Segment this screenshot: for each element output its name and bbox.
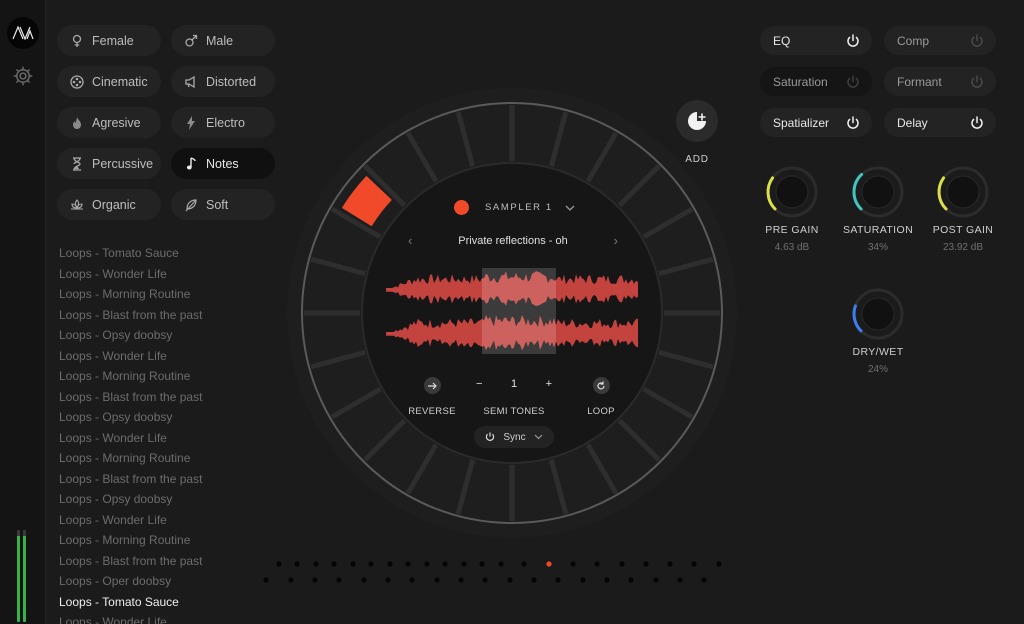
fx-spatializer[interactable]: Spatializer	[760, 108, 872, 137]
post-gain-knob[interactable]	[935, 164, 991, 220]
step-dot[interactable]	[498, 561, 504, 567]
step-dot[interactable]	[361, 577, 367, 583]
pre-gain-knob[interactable]	[764, 164, 820, 220]
step-dot[interactable]	[313, 561, 319, 567]
power-icon[interactable]	[970, 74, 984, 89]
knob-label: POST GAIN	[932, 224, 994, 236]
knob-cap	[861, 297, 895, 331]
step-dot[interactable]	[461, 561, 467, 567]
fx-label: Delay	[897, 115, 928, 130]
step-dot[interactable]	[368, 561, 374, 567]
step-dot[interactable]	[653, 577, 659, 583]
step-dot[interactable]	[350, 561, 356, 567]
fx-comp[interactable]: Comp	[884, 26, 996, 55]
power-icon[interactable]	[970, 115, 984, 130]
fx-label: EQ	[773, 33, 791, 48]
step-dot[interactable]	[442, 561, 448, 567]
power-icon[interactable]	[846, 74, 860, 89]
fx-label: Comp	[897, 33, 930, 48]
step-dot[interactable]	[424, 561, 430, 567]
step-dot[interactable]	[604, 577, 610, 583]
power-icon[interactable]	[846, 33, 860, 48]
step-dot[interactable]	[716, 561, 722, 567]
step-dot[interactable]	[312, 577, 318, 583]
step-dot[interactable]	[619, 561, 625, 567]
knob-level-arc	[937, 176, 948, 211]
step-dot[interactable]	[570, 561, 576, 567]
knob-level-arc	[852, 173, 864, 211]
knob-level-arc	[852, 304, 863, 333]
knob-dry-wet: DRY/WET 24%	[836, 286, 920, 375]
saturation-knob[interactable]	[850, 164, 906, 220]
knob-value: 34%	[867, 242, 888, 253]
step-dot[interactable]	[580, 577, 586, 583]
knob-label: DRY/WET	[852, 346, 904, 358]
fx-delay[interactable]: Delay	[884, 108, 996, 137]
step-dot[interactable]	[385, 577, 391, 583]
knob-post-gain: POST GAIN 23.92 dB	[921, 164, 1005, 253]
dry-wet-knob[interactable]	[850, 286, 906, 342]
knob-value: 24%	[867, 364, 888, 375]
step-dot[interactable]	[701, 577, 707, 583]
fx-eq[interactable]: EQ	[760, 26, 872, 55]
step-dot[interactable]	[479, 561, 485, 567]
fx-saturation[interactable]: Saturation	[760, 67, 872, 96]
step-dot[interactable]	[667, 561, 673, 567]
step-dot[interactable]	[288, 577, 294, 583]
step-dot[interactable]	[331, 561, 337, 567]
step-dot[interactable]	[643, 561, 649, 567]
step-dot[interactable]	[336, 577, 342, 583]
knob-label: SATURATION	[842, 224, 914, 236]
power-icon[interactable]	[970, 33, 984, 48]
knob-label: PRE GAIN	[765, 224, 819, 236]
step-dot[interactable]	[458, 577, 464, 583]
power-icon[interactable]	[846, 115, 860, 130]
knob-pre-gain: PRE GAIN 4.63 dB	[750, 164, 834, 253]
step-dot[interactable]	[691, 561, 697, 567]
step-dot[interactable]	[521, 561, 527, 567]
step-dot[interactable]	[628, 577, 634, 583]
step-dot[interactable]	[677, 577, 683, 583]
knob-saturation: SATURATION 34%	[836, 164, 920, 253]
knob-cap	[861, 175, 895, 209]
step-dot[interactable]	[405, 561, 411, 567]
fx-label: Formant	[897, 74, 942, 89]
fx-label: Spatializer	[773, 115, 830, 130]
fx-label: Saturation	[773, 74, 828, 89]
step-dot[interactable]	[409, 577, 415, 583]
knob-value: 23.92 dB	[942, 242, 984, 253]
step-dot[interactable]	[276, 561, 282, 567]
step-dot[interactable]	[434, 577, 440, 583]
step-dot[interactable]	[387, 561, 393, 567]
step-dot[interactable]	[555, 577, 561, 583]
knob-value: 4.63 dB	[774, 242, 810, 253]
step-dot[interactable]	[482, 577, 488, 583]
knob-cap	[775, 175, 809, 209]
step-dot[interactable]	[594, 561, 600, 567]
step-dot[interactable]	[546, 561, 552, 567]
step-dot[interactable]	[294, 561, 300, 567]
knob-level-arc	[766, 176, 777, 211]
step-dot[interactable]	[531, 577, 537, 583]
fx-formant[interactable]: Formant	[884, 67, 996, 96]
step-dot[interactable]	[507, 577, 513, 583]
step-dot[interactable]	[263, 577, 269, 583]
knob-cap	[946, 175, 980, 209]
